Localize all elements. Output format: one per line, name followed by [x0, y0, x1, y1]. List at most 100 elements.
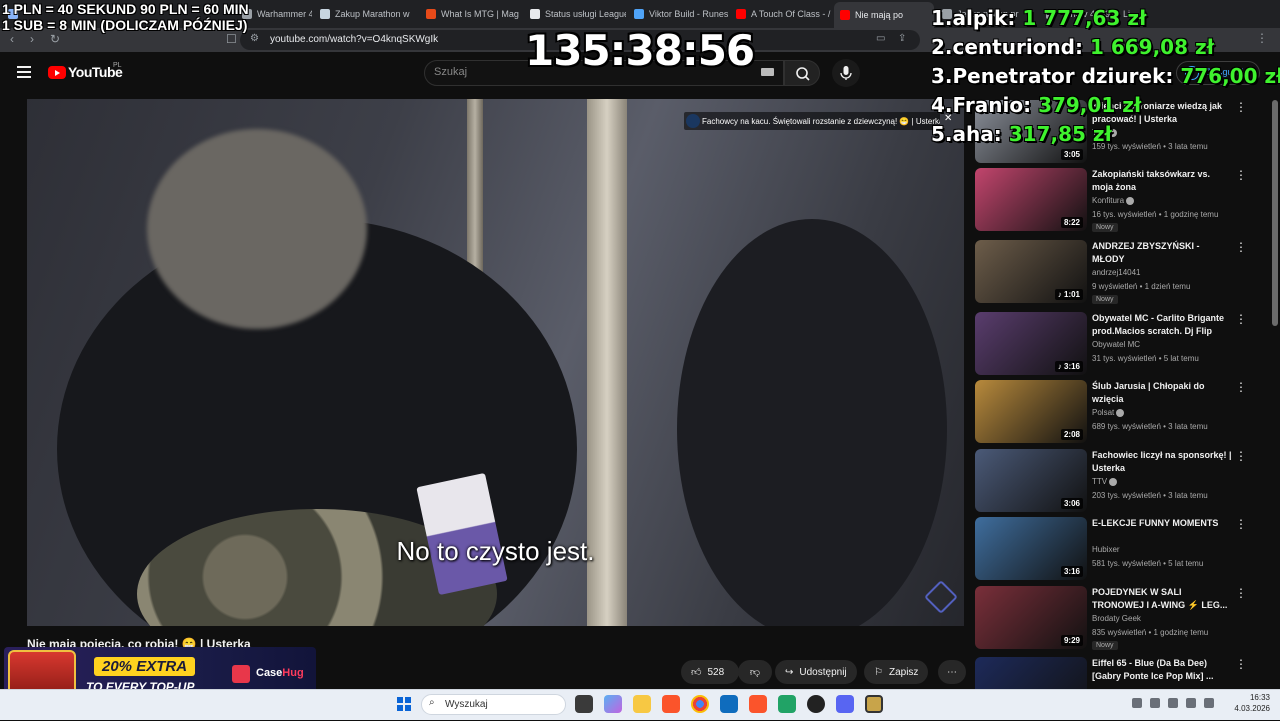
browser-tab-label: A Touch Of Class - / — [751, 9, 831, 19]
more-vertical-icon[interactable]: ⋮ — [1235, 240, 1247, 254]
battery-icon[interactable] — [1204, 698, 1214, 708]
video-thumbnail[interactable]: ♪ 1:01 — [975, 240, 1087, 303]
video-meta: 31 tys. wyświetleń • 5 lat temu — [1092, 354, 1199, 363]
more-vertical-icon[interactable]: ⋮ — [1235, 380, 1247, 394]
recommended-video-title[interactable]: POJEDYNEK W SALI TRONOWEJ I A-WING ⚡ LEG… — [1092, 586, 1232, 612]
back-icon[interactable]: ‹ — [10, 32, 14, 46]
recommended-video[interactable]: 3:16 E-LEKCJE FUNNY MOMENTS Hubixer 581 tys… — [975, 517, 1265, 581]
browser-tab[interactable]: A Touch Of Class - / — [730, 4, 832, 24]
video-duration: ♪ 1:01 — [1054, 289, 1083, 300]
task-view-icon[interactable] — [575, 695, 593, 713]
channel-name[interactable]: Obywatel MC — [1092, 340, 1140, 349]
recommended-video-title[interactable]: Eiffel 65 - Blue (Da Ba Dee) [Gabry Pont… — [1092, 657, 1232, 683]
youtube-logo-icon[interactable] — [48, 66, 66, 79]
video-duration: 9:29 — [1060, 635, 1083, 646]
leaderboard-entry: 5.aha: 317,85 zł — [931, 122, 1280, 151]
channel-name[interactable]: andrzej14041 — [1092, 268, 1140, 277]
leaderboard-name: 3.Penetrator dziurek: — [931, 64, 1181, 88]
url-text: youtube.com/watch?v=O4knqSKWgIk — [270, 34, 439, 45]
recommended-video[interactable]: ♪ 3:16 Obywatel MC - Carlito Brigante pro… — [975, 312, 1265, 376]
spreadsheet-icon[interactable] — [778, 695, 796, 713]
share-page-icon[interactable]: ⇪ — [898, 33, 906, 44]
channel-name[interactable]: Hubixer — [1092, 545, 1120, 554]
windows-start-icon[interactable] — [397, 697, 411, 711]
store-icon[interactable] — [720, 695, 738, 713]
discord-icon[interactable] — [836, 695, 854, 713]
browser-tab-label: Viktor Build - Runes — [649, 9, 728, 19]
recommended-video[interactable]: ♪ 1:01 ANDRZEJ ZBYSZYŃSKI - MŁODY andrzej1… — [975, 240, 1265, 304]
reload-icon[interactable]: ↻ — [50, 32, 60, 46]
recommended-video-title[interactable]: E-LEKCJE FUNNY MOMENTS — [1092, 517, 1232, 530]
recommended-video-title[interactable]: Fachowiec liczył na sponsorkę! | Usterka — [1092, 449, 1232, 475]
browser-tab[interactable]: What Is MTG | Mag — [420, 4, 522, 24]
recommended-video[interactable]: 3:06 Fachowiec liczył na sponsorkę! | Ust… — [975, 449, 1265, 513]
video-meta: 203 tys. wyświetleń • 3 lata temu — [1092, 491, 1208, 500]
recommended-video[interactable]: 2:08 Ślub Jarusia | Chłopaki do wzięcia Po… — [975, 380, 1265, 444]
site-info-icon[interactable]: ⚙ — [250, 33, 259, 44]
hamburger-menu-icon[interactable] — [17, 66, 31, 78]
league-client-icon[interactable] — [865, 695, 883, 713]
file-explorer-icon[interactable] — [633, 695, 651, 713]
browser-tab[interactable]: Status usługi League — [524, 4, 626, 24]
share-arrow-icon: ↪ — [785, 666, 794, 678]
recommended-video-title[interactable]: Obywatel MC - Carlito Brigante prod.Maci… — [1092, 312, 1232, 338]
donation-rules-overlay: 1 PLN = 40 SEKUND 90 PLN = 60 MIN 1 SUB … — [2, 1, 249, 33]
more-vertical-icon[interactable]: ⋮ — [1235, 657, 1247, 671]
tray-expand-icon[interactable] — [1132, 698, 1142, 708]
chrome-icon[interactable] — [691, 695, 709, 713]
volume-icon[interactable] — [1186, 698, 1196, 708]
recommended-video[interactable]: 8:22 Zakopiański taksówkarz vs. moja żona… — [975, 168, 1265, 232]
browser-tab-label: Warhammer 40k of Khi — [257, 9, 312, 19]
browser-tab-label: Nie mają po — [855, 10, 904, 20]
taskbar-clock[interactable]: 16:33 4.03.2026 — [1220, 692, 1270, 714]
more-vertical-icon[interactable]: ⋮ — [1235, 168, 1247, 182]
ad-headline: 20% EXTRA — [94, 657, 196, 676]
youtube-icon — [840, 10, 850, 20]
cast-icon[interactable]: ▭ — [876, 33, 885, 44]
video-thumbnail[interactable]: 3:16 — [975, 517, 1087, 580]
video-duration: 3:16 — [1060, 566, 1083, 577]
channel-name[interactable]: Brodaty Geek — [1092, 614, 1141, 623]
video-thumbnail[interactable]: 2:08 — [975, 380, 1087, 443]
taskbar-search-placeholder: Wyszukaj — [445, 699, 488, 710]
recommended-video[interactable]: 9:29 POJEDYNEK W SALI TRONOWEJ I A-WING ⚡… — [975, 586, 1265, 650]
new-badge: Nowy — [1092, 641, 1118, 650]
like-button[interactable]: 👍︎ 528 — [681, 660, 739, 684]
browser-tab[interactable]: Viktor Build - Runes — [628, 4, 728, 24]
brave-browser-icon[interactable] — [662, 695, 680, 713]
more-vertical-icon[interactable]: ⋮ — [1235, 449, 1247, 463]
video-thumbnail[interactable]: 8:22 — [975, 168, 1087, 231]
keyboard-icon[interactable] — [761, 68, 774, 76]
browser-tab[interactable]: Nie mają po — [834, 2, 934, 28]
verified-badge-icon — [1126, 196, 1135, 205]
recommended-video-title[interactable]: Zakopiański taksówkarz vs. moja żona — [1092, 168, 1232, 194]
recommended-video-title[interactable]: ANDRZEJ ZBYSZYŃSKI - MŁODY — [1092, 240, 1232, 266]
more-actions-button[interactable]: ⋯ — [938, 660, 966, 684]
new-badge: Nowy — [1092, 223, 1118, 232]
share-button[interactable]: ↪ Udostępnij — [775, 660, 857, 684]
player-overlay-title[interactable]: Fachowcy na kacu. Świętowali rozstanie z… — [684, 112, 940, 130]
video-thumbnail[interactable]: 3:06 — [975, 449, 1087, 512]
video-thumbnail[interactable]: 9:29 — [975, 586, 1087, 649]
bookmark-icon[interactable]: ☐ — [226, 32, 237, 46]
more-vertical-icon[interactable]: ⋮ — [1235, 312, 1247, 326]
recommended-video-title[interactable]: Ślub Jarusia | Chłopaki do wzięcia — [1092, 380, 1232, 406]
channel-name[interactable]: Konfitura — [1092, 196, 1135, 205]
more-vertical-icon[interactable]: ⋮ — [1235, 517, 1247, 531]
tray-app-icon[interactable] — [1150, 698, 1160, 708]
more-vertical-icon[interactable]: ⋮ — [1235, 586, 1247, 600]
browser-tab[interactable]: Zakup Marathon w — [314, 4, 418, 24]
video-thumbnail[interactable]: ♪ 3:16 — [975, 312, 1087, 375]
voice-search-button[interactable] — [832, 59, 860, 87]
channel-name[interactable]: Polsat — [1092, 408, 1125, 417]
channel-name[interactable]: TTV — [1092, 477, 1118, 486]
dislike-button[interactable]: 👎︎ — [738, 660, 772, 684]
copilot-icon[interactable] — [604, 695, 622, 713]
obs-icon[interactable] — [807, 695, 825, 713]
taskbar-search-input[interactable] — [421, 694, 566, 715]
network-icon[interactable] — [1168, 698, 1178, 708]
brave-browser-icon-2[interactable] — [749, 695, 767, 713]
save-button[interactable]: ⚐ Zapisz — [864, 660, 929, 684]
search-button[interactable] — [784, 60, 820, 86]
forward-icon[interactable]: › — [30, 32, 34, 46]
